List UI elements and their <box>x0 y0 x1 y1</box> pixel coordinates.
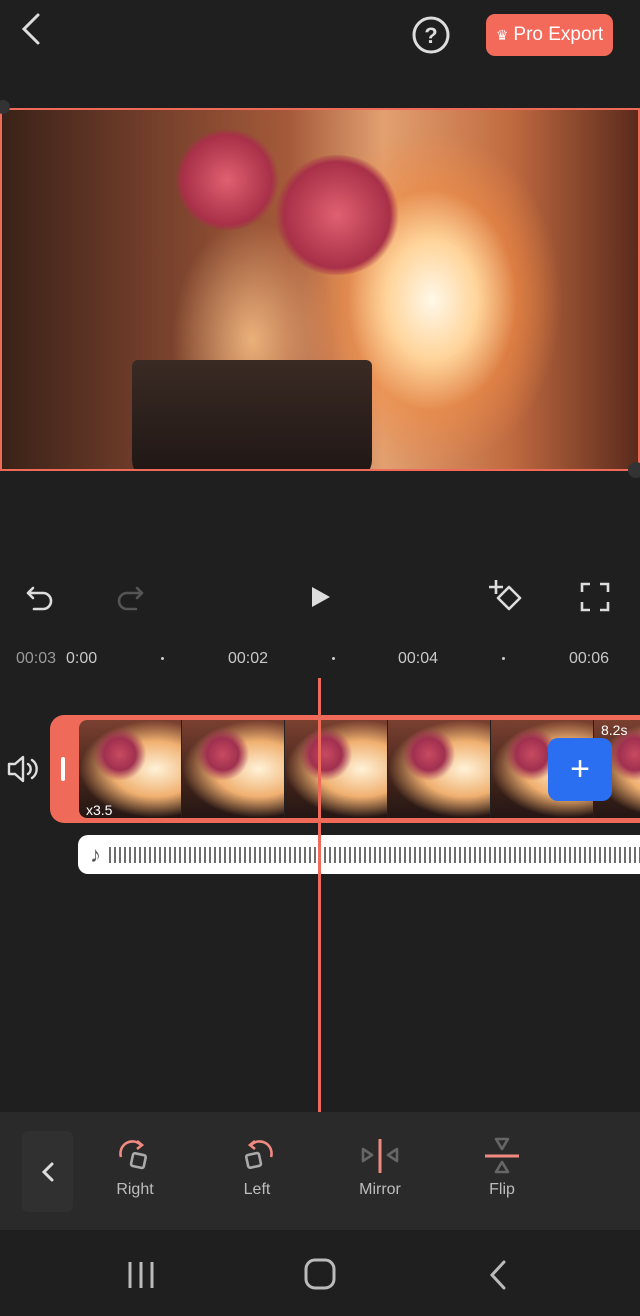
toolbar-back-button[interactable] <box>22 1131 73 1212</box>
ruler-tick: 0:00 <box>66 650 98 667</box>
tool-mirror[interactable]: Mirror <box>340 1135 420 1199</box>
ruler-dot <box>161 657 164 660</box>
pro-export-button[interactable]: ♛ Pro Export <box>486 14 613 56</box>
thumbnail <box>182 720 285 818</box>
duration-label: 8.2s <box>601 722 628 738</box>
add-clip-button[interactable]: + <box>548 738 612 801</box>
ruler-tick: 00:02 <box>228 650 269 667</box>
tool-label: Left <box>243 1181 271 1198</box>
ruler-tick: 00:06 <box>569 650 610 667</box>
undo-icon[interactable] <box>24 582 56 614</box>
audio-waveform <box>109 846 640 863</box>
speed-label: x3.5 <box>86 802 113 818</box>
fullscreen-icon[interactable] <box>580 582 610 612</box>
play-icon[interactable] <box>308 584 334 610</box>
crown-icon: ♛ <box>495 26 509 43</box>
tool-label: Flip <box>489 1181 515 1198</box>
rotate-left-icon <box>244 1139 273 1170</box>
system-back-icon[interactable] <box>486 1259 510 1291</box>
ruler-dot <box>502 657 505 660</box>
flip-icon <box>485 1137 519 1174</box>
preview-pot <box>132 360 372 469</box>
tool-rotate-right[interactable]: Right <box>95 1135 175 1199</box>
resize-handle[interactable] <box>628 462 640 478</box>
volume-icon[interactable] <box>6 754 42 784</box>
plus-icon: + <box>570 750 590 788</box>
thumbnail <box>285 720 388 818</box>
audio-track[interactable]: ♪ <box>78 835 640 874</box>
add-keyframe-icon[interactable] <box>488 578 528 616</box>
tool-flip[interactable]: Flip <box>462 1135 542 1199</box>
thumbnail <box>388 720 491 818</box>
rotate-right-icon <box>119 1139 148 1170</box>
preview-flower <box>272 155 402 275</box>
music-note-icon: ♪ <box>90 841 101 867</box>
video-preview[interactable] <box>0 108 640 471</box>
mirror-icon <box>361 1139 399 1173</box>
svg-text:?: ? <box>424 23 437 48</box>
chevron-left-icon <box>41 1162 53 1181</box>
playhead[interactable] <box>318 678 321 1112</box>
clip-trim-handle[interactable] <box>61 757 65 781</box>
ruler-dot <box>332 657 335 660</box>
tool-label: Right <box>116 1181 154 1198</box>
tool-label: Mirror <box>359 1181 401 1198</box>
recent-apps-icon[interactable] <box>126 1260 156 1290</box>
current-time: 00:03 <box>16 650 57 667</box>
back-arrow-icon[interactable] <box>18 12 44 46</box>
pro-export-label: Pro Export <box>513 24 604 45</box>
help-icon[interactable]: ? <box>411 15 451 55</box>
home-icon[interactable] <box>304 1258 336 1290</box>
tool-rotate-left[interactable]: Left <box>217 1135 297 1199</box>
redo-icon[interactable] <box>114 582 146 614</box>
ruler-tick: 00:04 <box>398 650 439 667</box>
preview-flower <box>172 130 282 230</box>
